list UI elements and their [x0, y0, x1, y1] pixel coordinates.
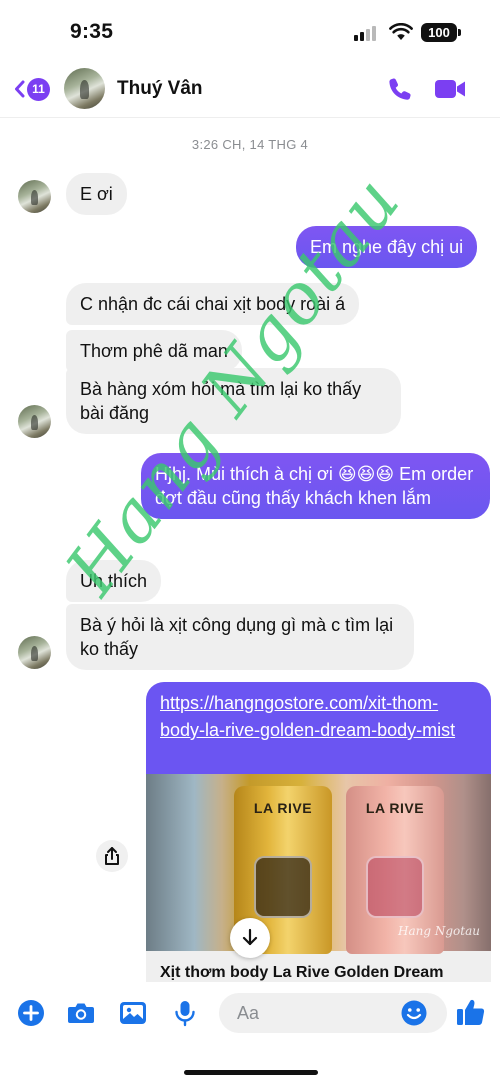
outgoing-message[interactable]: Em nghe đây chị ui	[296, 226, 478, 268]
video-camera-icon[interactable]	[434, 77, 467, 101]
image-watermark: Hang Ngotau	[398, 924, 480, 938]
incoming-message[interactable]: E ơi	[66, 173, 127, 215]
status-time: 9:35	[70, 20, 114, 43]
sender-avatar[interactable]	[18, 405, 51, 438]
bottle-left-badge	[254, 856, 312, 918]
chat-header: 11 Thuý Vân	[0, 62, 500, 118]
download-icon	[242, 928, 258, 946]
back-button[interactable]: 11	[14, 76, 50, 102]
download-button[interactable]	[230, 918, 270, 958]
messenger-chat-screen: 9:35 100 11 Thuý Vân 3:26 CH, 14 THG 4 E…	[0, 0, 500, 1082]
wifi-icon	[389, 23, 413, 40]
incoming-message[interactable]: Bà ý hỏi là xịt công dụng gì mà c tìm lạ…	[66, 604, 414, 670]
thumbs-up-icon[interactable]	[455, 996, 487, 1028]
message-input-placeholder: Aa	[237, 1003, 260, 1023]
plus-icon[interactable]	[16, 998, 46, 1028]
incoming-message[interactable]: Thơm phê dã man	[66, 330, 242, 372]
share-button[interactable]	[96, 840, 128, 872]
home-indicator	[184, 1070, 318, 1075]
share-icon	[105, 847, 119, 865]
link-title[interactable]: Xịt thơm body La Rive Golden Dream	[160, 964, 443, 982]
message-composer: Aa	[0, 982, 500, 1082]
incoming-message[interactable]: C nhận đc cái chai xịt body roài á	[66, 283, 360, 325]
camera-icon[interactable]	[66, 998, 96, 1028]
battery-indicator: 100	[421, 23, 457, 42]
bottle-right-badge	[366, 856, 424, 918]
bottle-right-label: LA RIVE	[365, 800, 425, 816]
back-chevron-icon	[15, 80, 25, 98]
emoji-icon[interactable]	[399, 998, 429, 1028]
microphone-icon[interactable]	[170, 998, 200, 1028]
sender-avatar[interactable]	[18, 636, 51, 669]
contact-name[interactable]: Thuý Vân	[117, 78, 203, 100]
message-input[interactable]: Aa	[219, 993, 447, 1033]
status-bar: 9:35 100	[0, 0, 500, 62]
battery-cap	[458, 29, 461, 36]
cellular-signal-icon	[354, 25, 380, 41]
link-preview-image[interactable]: LA RIVE LA RIVE Hang Ngotau	[146, 774, 491, 958]
incoming-message[interactable]: Bà hàng xóm hỏi mà tìm lại ko thấy bài đ…	[66, 368, 401, 434]
incoming-message[interactable]: Uh thích	[66, 560, 162, 602]
bottle-left-label: LA RIVE	[253, 800, 313, 816]
phone-icon[interactable]	[386, 75, 414, 103]
outgoing-message[interactable]: Hjhj. Mùi thích à chị ơi 😆😆😆 Em order đợ…	[141, 453, 490, 519]
link-preview-card[interactable]: https://hangngostore.com/xit-thom-body-l…	[146, 682, 491, 982]
contact-avatar[interactable]	[64, 68, 105, 109]
image-icon[interactable]	[118, 998, 148, 1028]
sender-avatar[interactable]	[18, 180, 51, 213]
link-url[interactable]: https://hangngostore.com/xit-thom-body-l…	[160, 690, 480, 744]
message-timestamp: 3:26 CH, 14 THG 4	[191, 137, 309, 152]
unread-count-badge: 11	[27, 77, 50, 101]
